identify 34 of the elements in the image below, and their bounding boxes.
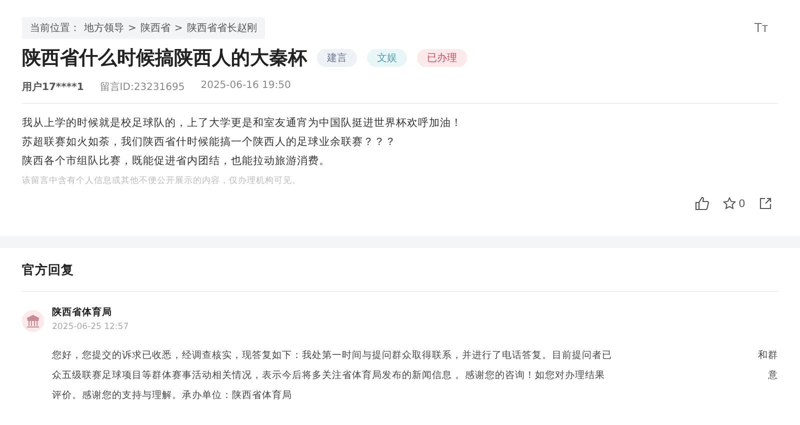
reply-text: 和群 (758, 349, 778, 363)
message-line: 苏超联赛如火如荼，我们陕西省什时候能搞一个陕西人的足球业余联赛？？？ (22, 135, 397, 150)
star-icon (722, 197, 736, 210)
reply-text: 评价。感谢您的支持与理解。承办单位：陕西省体育局 (52, 388, 292, 403)
privacy-note: 该留言中含有个人信息或其他不便公开展示的内容，仅办理机构可见。 (22, 175, 302, 187)
building-icon (26, 314, 40, 328)
reply-text: 众五级联赛足球项目等群体赛事活动相关情况，表示今后将多关注省体育局发布的新闻信息 。感谢您的咨询！如您对办理结果 (52, 368, 606, 383)
favorite-button[interactable]: 0 (722, 197, 745, 210)
like-button[interactable] (694, 197, 709, 210)
breadcrumb-link[interactable]: 地方领导 (84, 21, 124, 35)
font-size-button[interactable]: Tт (754, 20, 768, 35)
share-icon (759, 197, 772, 210)
reply-text: 意 (768, 369, 778, 383)
reply-text: 您好，您提交的诉求已收悉，经调查核实，现答复如下：我处第一时间与提问群众取得联系，并进行了电话答复。目前提问者已 (52, 349, 612, 363)
breadcrumb-separator: > (174, 22, 183, 34)
user-name: 用户17****1 (22, 80, 84, 94)
breadcrumb-separator: > (128, 22, 136, 34)
message-title: 陕西省什么时候搞陕西人的大秦杯 (22, 46, 307, 71)
thumbs-up-icon (694, 197, 709, 210)
share-button[interactable] (759, 197, 772, 210)
favorite-count: 0 (738, 198, 745, 210)
breadcrumb-label: 当前位置： (30, 22, 80, 35)
organization-name: 陕西省体育局 (52, 306, 113, 319)
tag: 已办理 (417, 49, 467, 67)
tag: 文娱 (367, 49, 407, 67)
tag: 建言 (317, 49, 357, 67)
message-line: 我从上学的时候就是校足球队的，上了大学更是和室友通宵为中国队挺进世界杯欢呼加油！ (22, 116, 463, 131)
breadcrumb-link[interactable]: 陕西省省长赵刚 (186, 21, 257, 35)
post-time: 2025-06-16 19:50 (200, 80, 291, 93)
breadcrumb-link[interactable]: 陕西省 (140, 21, 170, 35)
message-line: 陕西各个市组队比赛，既能促进省内团结，也能拉动旅游消费。 (22, 154, 331, 169)
reply-time: 2025-06-25 12:57 (52, 322, 129, 332)
message-id: 留言ID:23231695 (100, 80, 185, 94)
section-heading: 官方回复 (22, 262, 75, 279)
